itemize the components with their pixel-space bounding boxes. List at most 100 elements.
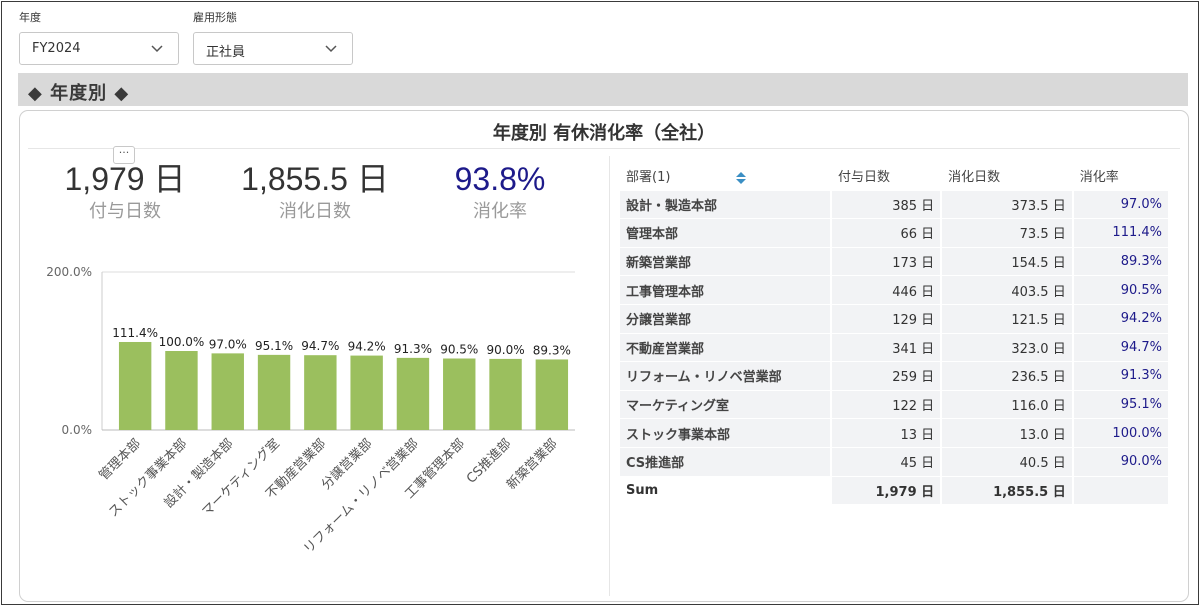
filter-label: 雇用形態: [193, 11, 237, 24]
cell-granted: 385 日: [832, 190, 941, 219]
bar-value-label: 94.2%: [348, 340, 386, 354]
select-value: FY2024: [32, 41, 81, 56]
cell-dept: マーケティング室: [620, 390, 830, 419]
cell-used: 236.5 日: [942, 362, 1072, 390]
table-row[interactable]: ストック事業本部 13 日 13.0 日 100.0%: [620, 419, 1168, 447]
department-table: 部署(1) 付与日数 消化日数 消化率 設計・製造本部 385 日 373.5 日9…: [618, 161, 1170, 505]
column-header-used[interactable]: 消化日数: [942, 162, 1072, 190]
kpi-value: 93.8%: [454, 161, 546, 197]
bar-value-label: 100.0%: [159, 335, 205, 349]
bar[interactable]: [118, 341, 152, 430]
cell-rate: 100.0%: [1073, 419, 1168, 447]
cell-granted: 446 日: [832, 276, 941, 304]
chevron-down-icon: [325, 45, 337, 53]
cell-used: 116.0 日: [942, 390, 1072, 419]
bar[interactable]: [211, 353, 244, 430]
divider: [609, 156, 610, 596]
bar-value-label: 89.3%: [533, 343, 571, 357]
cell-granted: 13 日: [832, 419, 941, 447]
bar[interactable]: [350, 355, 383, 430]
cell-dept: 不動産営業部: [620, 333, 830, 362]
bar-value-label: 94.7%: [301, 339, 339, 353]
table-row[interactable]: 工事管理本部 446 日 403.5 日 90.5%: [620, 276, 1168, 304]
table-header-row: 部署(1) 付与日数 消化日数 消化率: [620, 162, 1168, 190]
bar-value-label: 90.5%: [440, 343, 478, 357]
bar[interactable]: [535, 359, 569, 430]
usage-rate-bar-chart: 0.0%200.0%111.4%管理本部100.0%ストック事業本部97.0%設…: [46, 265, 575, 557]
cell-used: 73.5 日: [942, 219, 1072, 247]
cell-used: 323.0 日: [942, 333, 1072, 362]
cell-granted: 129 日: [832, 304, 941, 333]
table-row[interactable]: 分譲営業部 129 日 121.5 日 94.2%: [620, 304, 1168, 333]
cell-rate: [1073, 476, 1168, 505]
bar[interactable]: [489, 358, 522, 430]
table-row[interactable]: 設計・製造本部 385 日 373.5 日 97.0%: [620, 190, 1168, 219]
cell-rate: 89.3%: [1073, 247, 1168, 276]
bar[interactable]: [304, 355, 337, 430]
fiscal-year-select[interactable]: FY2024: [19, 32, 179, 65]
cell-dept: 分譲営業部: [620, 304, 830, 333]
bar[interactable]: [396, 357, 430, 430]
kpi-usage-rate: 93.8% 消化率: [425, 161, 575, 223]
cell-granted: 341 日: [832, 333, 941, 362]
cell-dept: 新築営業部: [620, 247, 830, 276]
cell-granted: 66 日: [832, 219, 941, 247]
bar[interactable]: [443, 358, 476, 430]
cell-used: 13.0 日: [942, 419, 1072, 447]
sort-icon[interactable]: [735, 171, 747, 185]
leave-usage-card: 年度別 有休消化率（全社） ··· 1,979 日 付与日数 1,855.5 日…: [19, 110, 1189, 602]
filter-employment-type: 雇用形態 正社員: [193, 9, 353, 65]
cell-rate: 90.0%: [1073, 447, 1168, 476]
bar-value-label: 111.4%: [112, 326, 158, 340]
table-row[interactable]: 管理本部 66 日 73.5 日 111.4%: [620, 219, 1168, 247]
chevron-down-icon: [151, 45, 163, 53]
cell-used: 373.5 日: [942, 190, 1072, 219]
y-tick-label: 0.0%: [62, 423, 93, 437]
cell-used: 403.5 日: [942, 276, 1072, 304]
table-sum-row: Sum 1,979 日 1,855.5 日: [620, 476, 1168, 505]
section-header: ◆ 年度別 ◆: [18, 73, 1188, 106]
kpi-granted-days: 1,979 日 付与日数: [50, 161, 200, 223]
cell-rate: 111.4%: [1073, 219, 1168, 247]
bar-value-label: 91.3%: [394, 342, 432, 356]
cell-granted: 45 日: [832, 447, 941, 476]
divider: [28, 148, 1180, 149]
column-header-dept[interactable]: 部署(1): [620, 162, 830, 190]
cell-used: 154.5 日: [942, 247, 1072, 276]
bar-value-label: 95.1%: [255, 339, 293, 353]
cell-granted: 259 日: [832, 362, 941, 390]
filter-fiscal-year: 年度 FY2024: [19, 9, 179, 65]
cell-dept: 設計・製造本部: [620, 190, 830, 219]
cell-dept: Sum: [620, 476, 830, 505]
cell-granted: 122 日: [832, 390, 941, 419]
cell-dept: リフォーム・リノベ営業部: [620, 362, 830, 390]
column-header-label: 部署(1): [626, 170, 671, 186]
cell-rate: 95.1%: [1073, 390, 1168, 419]
kpi-used-days: 1,855.5 日 消化日数: [225, 161, 405, 223]
employment-type-select[interactable]: 正社員: [193, 32, 353, 65]
table-row[interactable]: リフォーム・リノベ営業部 259 日 236.5 日 91.3%: [620, 362, 1168, 390]
kpi-value: 1,979 日: [64, 161, 186, 197]
cell-rate: 97.0%: [1073, 190, 1168, 219]
cell-granted: 1,979 日: [832, 476, 941, 505]
table-row[interactable]: CS推進部 45 日 40.5 日 90.0%: [620, 447, 1168, 476]
cell-rate: 91.3%: [1073, 362, 1168, 390]
table-row[interactable]: マーケティング室 122 日 116.0 日 95.1%: [620, 390, 1168, 419]
cell-rate: 90.5%: [1073, 276, 1168, 304]
x-tick-label: マーケティング室: [199, 436, 283, 520]
table-row[interactable]: 新築営業部 173 日 154.5 日 89.3%: [620, 247, 1168, 276]
card-title: 年度別 有休消化率（全社）: [492, 123, 716, 144]
column-header-granted[interactable]: 付与日数: [832, 162, 940, 190]
cell-used: 40.5 日: [942, 447, 1072, 476]
column-header-rate[interactable]: 消化率: [1074, 162, 1168, 190]
y-tick-label: 200.0%: [46, 265, 92, 279]
table-row[interactable]: 不動産営業部 341 日 323.0 日 94.7%: [620, 333, 1168, 362]
cell-used: 1,855.5 日: [942, 476, 1072, 505]
bar[interactable]: [165, 351, 198, 430]
bar-value-label: 90.0%: [486, 343, 524, 357]
kpi-value: 1,855.5 日: [241, 161, 389, 197]
bar[interactable]: [257, 354, 291, 430]
cell-granted: 173 日: [832, 247, 941, 276]
cell-dept: CS推進部: [620, 447, 830, 476]
section-title: ◆ 年度別 ◆: [28, 83, 130, 104]
